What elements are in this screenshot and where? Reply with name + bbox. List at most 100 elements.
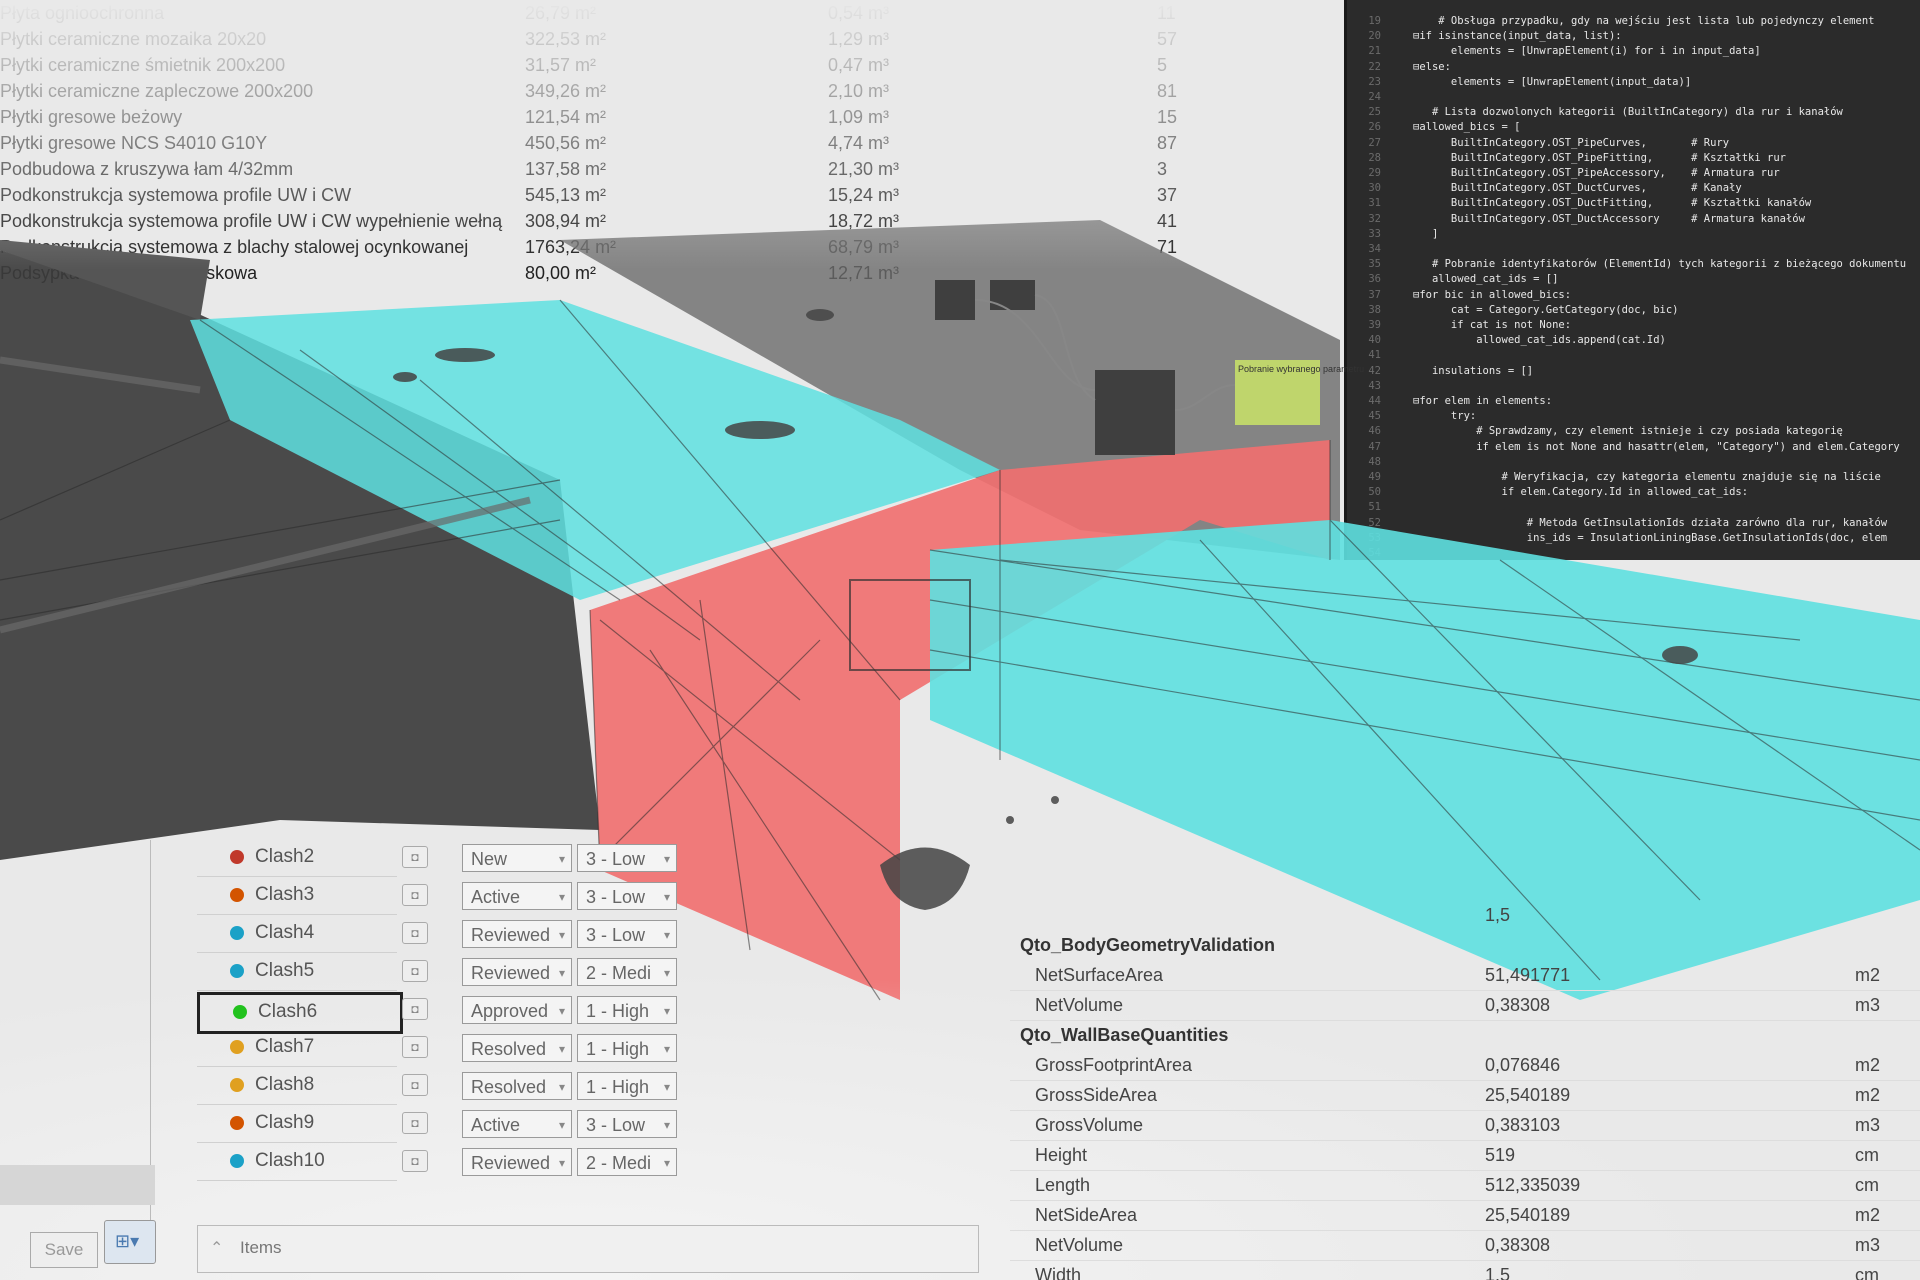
ifc-properties-panel: 1,5 Qto_BodyGeometryValidation NetSurfaceA… bbox=[1010, 900, 1920, 1280]
clash-name-cell[interactable]: Clash4 bbox=[197, 916, 397, 953]
prop-row: GrossFootprintArea 0,076846 m2 bbox=[1010, 1050, 1920, 1081]
save-button[interactable]: Save bbox=[30, 1232, 98, 1268]
chevron-down-icon: ▾ bbox=[558, 1118, 565, 1132]
clash-name-cell[interactable]: Clash8 bbox=[197, 1068, 397, 1105]
clash-row[interactable]: Clash5 ◘ Reviewed ▾ 2 - Medi ▾ bbox=[197, 954, 697, 991]
clash-name: Clash6 bbox=[258, 1001, 318, 1022]
prop-unit: m3 bbox=[1855, 1115, 1881, 1135]
clash-row[interactable]: Clash10 ◘ Reviewed ▾ 2 - Medi ▾ bbox=[197, 1144, 697, 1181]
status-value: New bbox=[471, 849, 508, 869]
camera-icon[interactable]: ◘ bbox=[402, 922, 428, 944]
priority-value: 2 - Medi bbox=[586, 1153, 652, 1173]
prop-row: GrossVolume 0,383103 m3 bbox=[1010, 1110, 1920, 1141]
clash-status-dot bbox=[230, 1078, 244, 1092]
clash-name-cell[interactable]: Clash7 bbox=[197, 1030, 397, 1067]
priority-value: 3 - Low bbox=[586, 849, 646, 869]
clash-status-dropdown[interactable]: Approved ▾ bbox=[462, 996, 572, 1024]
clash-priority-dropdown[interactable]: 3 - Low ▾ bbox=[577, 920, 677, 948]
clash-priority-dropdown[interactable]: 1 - High ▾ bbox=[577, 1034, 677, 1062]
clash-status-dropdown[interactable]: New ▾ bbox=[462, 844, 572, 872]
camera-icon[interactable]: ◘ bbox=[402, 1036, 428, 1058]
pset-name: Qto_WallBaseQuantities bbox=[1020, 1025, 1229, 1045]
priority-value: 2 - Medi bbox=[586, 963, 652, 983]
prop-row: Height 519 cm bbox=[1010, 1140, 1920, 1171]
camera-icon[interactable]: ◘ bbox=[402, 1074, 428, 1096]
clash-status-dropdown[interactable]: Active ▾ bbox=[462, 1110, 572, 1138]
prop-unit: cm bbox=[1855, 1175, 1879, 1195]
clash-name-cell[interactable]: Clash9 bbox=[197, 1106, 397, 1143]
chevron-down-icon: ▾ bbox=[558, 928, 565, 942]
status-value: Approved bbox=[471, 1001, 549, 1021]
panel-bottom-strip bbox=[0, 1165, 155, 1205]
clash-name-cell[interactable]: Clash2 bbox=[197, 840, 397, 877]
camera-icon[interactable]: ◘ bbox=[402, 846, 428, 868]
clash-name: Clash9 bbox=[255, 1112, 315, 1133]
clash-name-cell[interactable]: Clash6 bbox=[197, 992, 403, 1034]
clash-row[interactable]: Clash2 ◘ New ▾ 3 - Low ▾ bbox=[197, 840, 697, 877]
prop-unit: m2 bbox=[1855, 1085, 1881, 1105]
camera-icon[interactable]: ◘ bbox=[402, 884, 428, 906]
chevron-down-icon: ▾ bbox=[558, 966, 565, 980]
clash-status-dropdown[interactable]: Resolved ▾ bbox=[462, 1034, 572, 1062]
clash-name: Clash7 bbox=[255, 1036, 315, 1057]
clash-priority-dropdown[interactable]: 2 - Medi ▾ bbox=[577, 1148, 677, 1176]
prop-row: NetSideArea 25,540189 m2 bbox=[1010, 1200, 1920, 1231]
priority-value: 1 - High bbox=[586, 1001, 650, 1021]
clash-status-dropdown[interactable]: Reviewed ▾ bbox=[462, 958, 572, 986]
clash-detective-panel: Clash2 ◘ New ▾ 3 - Low ▾ Clash3 ◘ Active ▾ 3 - Low… bbox=[0, 780, 979, 1280]
clash-row[interactable]: Clash7 ◘ Resolved ▾ 1 - High ▾ bbox=[197, 1030, 697, 1067]
camera-icon[interactable]: ◘ bbox=[402, 1150, 428, 1172]
prop-name: NetSurfaceArea bbox=[1035, 965, 1164, 985]
status-value: Reviewed bbox=[471, 963, 551, 983]
clash-name-cell[interactable]: Clash5 bbox=[197, 954, 397, 991]
prop-name: NetSideArea bbox=[1035, 1205, 1138, 1225]
clash-name: Clash3 bbox=[255, 884, 315, 905]
prop-row: NetVolume 0,38308 m3 bbox=[1010, 1230, 1920, 1261]
composite-screenshot: Płyta ognioochronna26,79 m²0,54 m³11Płyt… bbox=[0, 0, 1920, 1280]
prop-value: 519 bbox=[1485, 1145, 1516, 1165]
chevron-down-icon: ▾ bbox=[663, 1042, 670, 1056]
prop-value: 25,540189 bbox=[1485, 1205, 1571, 1225]
prop-value: 0,38308 bbox=[1485, 1235, 1551, 1255]
clash-priority-dropdown[interactable]: 3 - Low ▾ bbox=[577, 844, 677, 872]
clash-name-cell[interactable]: Clash3 bbox=[197, 878, 397, 915]
clash-name: Clash2 bbox=[255, 846, 315, 867]
clash-name-cell[interactable]: Clash10 bbox=[197, 1144, 397, 1181]
clash-status-dot bbox=[230, 964, 244, 978]
priority-value: 1 - High bbox=[586, 1077, 650, 1097]
priority-value: 3 - Low bbox=[586, 1115, 646, 1135]
prop-name: Height bbox=[1035, 1145, 1088, 1165]
clash-priority-dropdown[interactable]: 2 - Medi ▾ bbox=[577, 958, 677, 986]
items-section-bar[interactable]: ⌃ Items bbox=[197, 1225, 979, 1273]
clash-status-dot bbox=[230, 1040, 244, 1054]
clash-row[interactable]: Clash9 ◘ Active ▾ 3 - Low ▾ bbox=[197, 1106, 697, 1143]
clash-status-dropdown[interactable]: Resolved ▾ bbox=[462, 1072, 572, 1100]
prop-value: 1,5 bbox=[1485, 905, 1511, 925]
clash-priority-dropdown[interactable]: 3 - Low ▾ bbox=[577, 1110, 677, 1138]
chevron-down-icon: ▾ bbox=[663, 852, 670, 866]
camera-icon[interactable]: ◘ bbox=[402, 998, 428, 1020]
clash-status-dropdown[interactable]: Reviewed ▾ bbox=[462, 1148, 572, 1176]
clash-status-dropdown[interactable]: Active ▾ bbox=[462, 882, 572, 910]
camera-icon[interactable]: ◘ bbox=[402, 960, 428, 982]
chevron-down-icon: ▾ bbox=[663, 928, 670, 942]
clash-row[interactable]: Clash6 ◘ Approved ▾ 1 - High ▾ bbox=[197, 992, 697, 1034]
prop-name: Width bbox=[1035, 1265, 1082, 1280]
clash-priority-dropdown[interactable]: 1 - High ▾ bbox=[577, 1072, 677, 1100]
items-label: Items bbox=[240, 1238, 282, 1257]
clash-row[interactable]: Clash3 ◘ Active ▾ 3 - Low ▾ bbox=[197, 878, 697, 915]
clash-status-dropdown[interactable]: Reviewed ▾ bbox=[462, 920, 572, 948]
camera-icon[interactable]: ◘ bbox=[402, 1112, 428, 1134]
prop-unit: m2 bbox=[1855, 1205, 1881, 1225]
prop-name: GrossVolume bbox=[1035, 1115, 1144, 1135]
priority-value: 1 - High bbox=[586, 1039, 650, 1059]
clash-priority-dropdown[interactable]: 1 - High ▾ bbox=[577, 996, 677, 1024]
layout-options-button[interactable]: ⊞▾ bbox=[104, 1220, 156, 1264]
clash-row[interactable]: Clash4 ◘ Reviewed ▾ 3 - Low ▾ bbox=[197, 916, 697, 953]
clash-row[interactable]: Clash8 ◘ Resolved ▾ 1 - High ▾ bbox=[197, 1068, 697, 1105]
prop-row: Width 1,5 cm bbox=[1010, 1260, 1920, 1280]
status-value: Reviewed bbox=[471, 925, 551, 945]
prop-name: Length bbox=[1035, 1175, 1091, 1195]
clash-priority-dropdown[interactable]: 3 - Low ▾ bbox=[577, 882, 677, 910]
chevron-down-icon: ▾ bbox=[558, 1004, 565, 1018]
